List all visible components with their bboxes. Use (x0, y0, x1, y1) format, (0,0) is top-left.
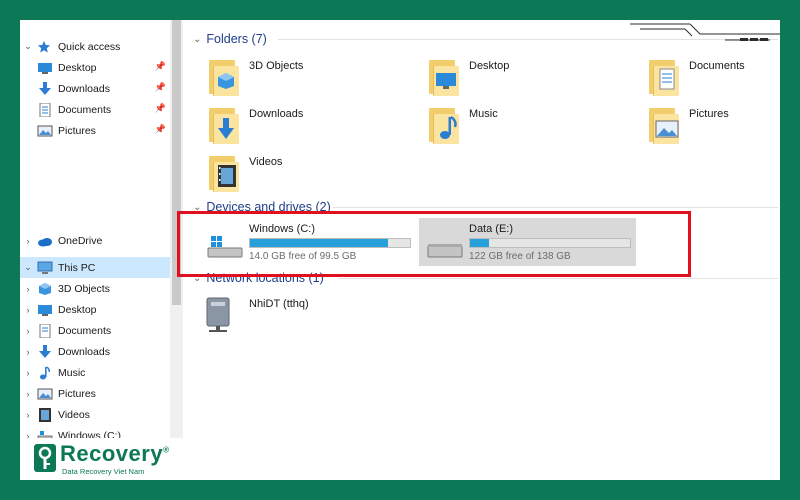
download-arrow-icon (37, 81, 53, 96)
sidebar-item-label: Videos (58, 408, 90, 421)
folder-music[interactable]: Music (427, 104, 627, 148)
section-divider (333, 207, 778, 208)
cube-icon (37, 282, 53, 296)
download-arrow-icon (37, 344, 53, 359)
cloud-icon (37, 234, 53, 248)
sidebar-item-onedrive[interactable]: › OneDrive (20, 230, 170, 251)
sidebar-item-label: OneDrive (58, 234, 103, 247)
chevron-right-icon[interactable]: › (23, 368, 33, 378)
sidebar-item-documents[interactable]: Documents 📌 (20, 99, 170, 120)
folder-music-icon (427, 106, 461, 144)
pin-icon[interactable]: 📌 (155, 103, 166, 114)
sidebar-item-music[interactable]: › Music (20, 362, 170, 383)
folder-downloads[interactable]: Downloads (207, 104, 407, 148)
music-note-icon (37, 365, 53, 380)
circuit-decoration (630, 23, 780, 41)
pin-icon[interactable]: 📌 (155, 61, 166, 72)
sidebar-item-label: This PC (58, 261, 96, 274)
sidebar-item-label: Pictures (58, 124, 96, 137)
folder-label: Documents (689, 60, 745, 72)
chevron-right-icon[interactable]: › (23, 305, 33, 315)
sidebar-item-label: Downloads (58, 82, 110, 95)
film-icon (37, 407, 53, 422)
sidebar-item-this-pc[interactable]: ⌄ This PC (20, 257, 170, 278)
sidebar-item-downloads[interactable]: Downloads 📌 (20, 78, 170, 99)
folder-label: Videos (249, 156, 283, 168)
folder-desktop[interactable]: Desktop (427, 56, 627, 100)
sidebar-item-label: Music (58, 366, 86, 379)
computer-icon (37, 261, 53, 275)
document-icon (37, 323, 53, 338)
sidebar-item-3d-objects[interactable]: › 3D Objects (20, 278, 170, 299)
sidebar-item-desktop-pc[interactable]: › Desktop (20, 299, 170, 320)
brand-logo: Recovery® Data Recovery Viet Nam (20, 438, 215, 480)
picture-icon (37, 124, 53, 138)
folder-downloads-icon (207, 106, 241, 144)
folder-pictures[interactable]: Pictures (647, 104, 780, 148)
sidebar-item-quick-access[interactable]: ⌄ Quick access (20, 36, 170, 57)
chevron-down-icon[interactable]: ⌄ (23, 262, 33, 273)
folder-3d-objects[interactable]: 3D Objects (207, 56, 407, 100)
chevron-right-icon[interactable]: › (23, 410, 33, 420)
chevron-right-icon[interactable]: › (23, 284, 33, 294)
brand-name: Recovery® (60, 441, 170, 466)
folder-documents-icon (647, 58, 681, 96)
star-icon (37, 40, 53, 54)
folder-desktop-icon (427, 58, 461, 96)
sidebar-item-downloads-pc[interactable]: › Downloads (20, 341, 170, 362)
folder-pictures-icon (647, 106, 681, 144)
folder-label: Music (469, 108, 498, 120)
folder-3d-objects-icon (207, 58, 241, 96)
chevron-down-icon[interactable]: ⌄ (23, 41, 33, 52)
desktop-icon (37, 303, 53, 317)
sidebar-item-videos[interactable]: › Videos (20, 404, 170, 425)
sidebar-item-pictures-pc[interactable]: › Pictures (20, 383, 170, 404)
sidebar-item-documents-pc[interactable]: › Documents (20, 320, 170, 341)
sidebar-item-label: Downloads (58, 345, 110, 358)
network-drive-icon (203, 296, 237, 334)
sidebar-item-pictures[interactable]: Pictures 📌 (20, 120, 170, 141)
section-divider (338, 278, 778, 279)
sidebar-item-label: 3D Objects (58, 282, 110, 295)
sidebar-item-label: Pictures (58, 387, 96, 400)
section-title: Folders (7) (206, 32, 267, 46)
chevron-right-icon[interactable]: › (23, 326, 33, 336)
key-logo-icon (34, 444, 56, 472)
sidebar-item-desktop[interactable]: Desktop 📌 (20, 57, 170, 78)
folder-videos-icon (207, 154, 241, 192)
sidebar-item-label: Documents (58, 324, 112, 337)
folders-section-header[interactable]: ⌄ Folders (7) (193, 31, 267, 47)
chevron-down-icon[interactable]: ⌄ (193, 34, 201, 45)
chevron-right-icon[interactable]: › (23, 389, 33, 399)
picture-icon (37, 387, 53, 401)
chevron-right-icon[interactable]: › (23, 236, 33, 246)
sidebar-item-label: Desktop (58, 303, 97, 316)
network-location-label: NhiDT (tthq) (249, 298, 309, 310)
sidebar-item-label: Documents (58, 103, 112, 116)
folder-videos[interactable]: Videos (207, 152, 407, 196)
folder-label: 3D Objects (249, 60, 304, 72)
chevron-right-icon[interactable]: › (23, 347, 33, 357)
brand-tagline: Data Recovery Viet Nam (62, 467, 145, 476)
pin-icon[interactable]: 📌 (155, 82, 166, 93)
sidebar-item-label: Desktop (58, 61, 97, 74)
network-location-nhidt[interactable]: NhiDT (tthq) (203, 296, 403, 336)
folder-label: Pictures (689, 108, 729, 120)
document-icon (37, 102, 53, 117)
sidebar-item-label: Quick access (58, 40, 121, 53)
navigation-pane: ⌄ Quick access Desktop 📌 Downloads 📌 Doc… (20, 20, 170, 480)
folder-documents[interactable]: Documents (647, 56, 780, 100)
pin-icon[interactable]: 📌 (155, 124, 166, 135)
folder-label: Desktop (469, 60, 510, 72)
drives-highlight-box (177, 211, 691, 277)
folder-label: Downloads (249, 108, 304, 120)
desktop-icon (37, 61, 53, 75)
